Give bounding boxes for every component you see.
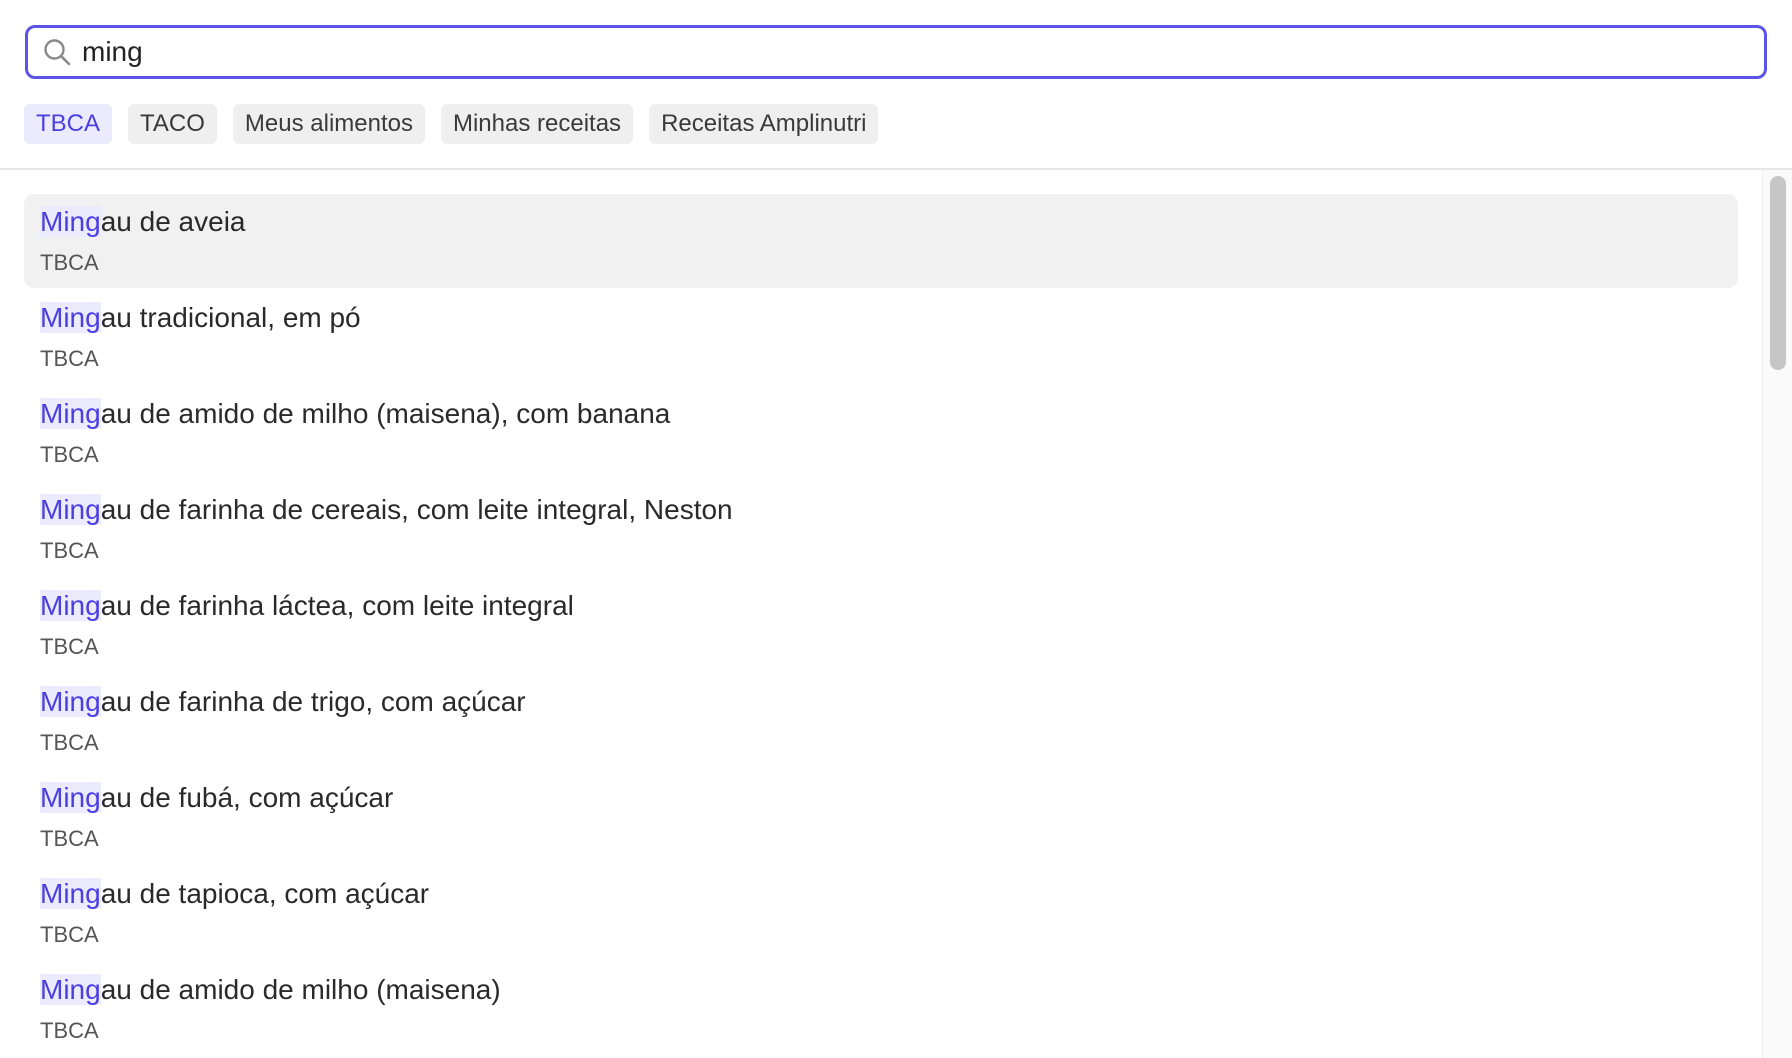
result-title-rest: au de farinha de cereais, com leite inte… <box>100 494 733 525</box>
source-filter-tabs: TBCA TACO Meus alimentos Minhas receitas… <box>24 104 879 144</box>
match-highlight: Ming <box>40 686 101 717</box>
result-source: TBCA <box>40 250 99 275</box>
search-icon <box>40 35 74 69</box>
result-item[interactable]: Mingau de tapioca, com açúcar TBCA <box>24 866 1738 960</box>
result-source: TBCA <box>40 730 99 755</box>
filter-tab-taco[interactable]: TACO <box>128 104 217 144</box>
match-highlight: Ming <box>40 398 101 429</box>
search-input[interactable] <box>82 32 1764 72</box>
result-item[interactable]: Mingau de farinha de cereais, com leite … <box>24 482 1738 576</box>
result-item[interactable]: Mingau de fubá, com açúcar TBCA <box>24 770 1738 864</box>
result-title-rest: au de farinha láctea, com leite integral <box>100 590 574 621</box>
result-title: Mingau de tapioca, com açúcar <box>40 878 429 910</box>
filter-tab-minhas-receitas[interactable]: Minhas receitas <box>440 104 634 144</box>
result-title: Mingau de amido de milho (maisena), com … <box>40 398 670 430</box>
filter-tab-receitas-amplinutri[interactable]: Receitas Amplinutri <box>649 104 879 144</box>
results-list: Mingau de aveia TBCA Mingau tradicional,… <box>0 170 1762 1058</box>
result-source: TBCA <box>40 538 99 563</box>
result-source: TBCA <box>40 442 99 467</box>
result-source: TBCA <box>40 922 99 947</box>
result-title-rest: au de tapioca, com açúcar <box>100 878 430 909</box>
match-highlight: Ming <box>40 206 101 237</box>
result-title: Mingau de farinha de trigo, com açúcar <box>40 686 526 718</box>
result-item[interactable]: Mingau de amido de milho (maisena) TBCA <box>24 962 1738 1056</box>
result-source: TBCA <box>40 826 99 851</box>
result-title: Mingau tradicional, em pó <box>40 302 361 334</box>
search-bar[interactable] <box>25 25 1767 79</box>
filter-tab-tbca[interactable]: TBCA <box>24 104 113 144</box>
result-title: Mingau de fubá, com açúcar <box>40 782 393 814</box>
scrollbar-thumb[interactable] <box>1770 176 1786 370</box>
results-scrollbar[interactable] <box>1762 170 1792 1058</box>
result-title-rest: au de aveia <box>100 206 246 237</box>
result-title-rest: au tradicional, em pó <box>100 302 361 333</box>
result-item[interactable]: Mingau de amido de milho (maisena), com … <box>24 386 1738 480</box>
result-item[interactable]: Mingau tradicional, em pó TBCA <box>24 290 1738 384</box>
result-title: Mingau de farinha de cereais, com leite … <box>40 494 733 526</box>
result-source: TBCA <box>40 1018 99 1043</box>
result-source: TBCA <box>40 634 99 659</box>
match-highlight: Ming <box>40 590 101 621</box>
match-highlight: Ming <box>40 782 101 813</box>
result-title-rest: au de farinha de trigo, com açúcar <box>100 686 526 717</box>
match-highlight: Ming <box>40 974 101 1005</box>
result-title: Mingau de aveia <box>40 206 246 238</box>
match-highlight: Ming <box>40 302 101 333</box>
result-title-rest: au de amido de milho (maisena), com bana… <box>100 398 671 429</box>
result-title-rest: au de amido de milho (maisena) <box>100 974 501 1005</box>
result-item[interactable]: Mingau de aveia TBCA <box>24 194 1738 288</box>
result-item[interactable]: Mingau de farinha láctea, com leite inte… <box>24 578 1738 672</box>
match-highlight: Ming <box>40 878 101 909</box>
result-title: Mingau de amido de milho (maisena) <box>40 974 501 1006</box>
result-source: TBCA <box>40 346 99 371</box>
filter-tab-meus-alimentos[interactable]: Meus alimentos <box>232 104 425 144</box>
match-highlight: Ming <box>40 494 101 525</box>
result-title-rest: au de fubá, com açúcar <box>100 782 394 813</box>
food-search-panel: TBCA TACO Meus alimentos Minhas receitas… <box>0 0 1792 1058</box>
result-title: Mingau de farinha láctea, com leite inte… <box>40 590 574 622</box>
result-item[interactable]: Mingau de farinha de trigo, com açúcar T… <box>24 674 1738 768</box>
